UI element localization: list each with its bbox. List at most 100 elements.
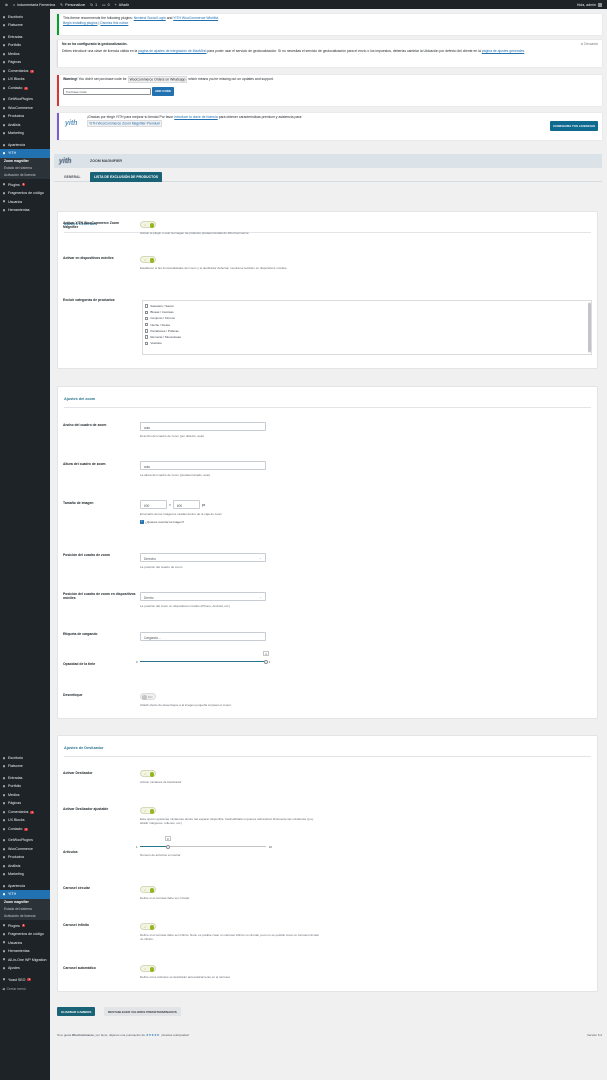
checkbox[interactable] [145, 316, 149, 321]
collapse-menu-button[interactable]: ◀ Cerrar menú [0, 987, 50, 991]
sidebar-item-marketing[interactable]: ◼ Marketing [0, 129, 50, 137]
purchase-code-input[interactable]: Purchase Code [63, 87, 151, 95]
maxmind-link[interactable]: página de ajustes de integración de MaxM… [138, 49, 206, 53]
admin-bar-site[interactable]: ⌂ Indumentaria Femenina [13, 3, 55, 7]
sidebar-item-flatsome[interactable]: ◼ Flatsome [0, 762, 50, 770]
sidebar-item-plugins[interactable]: ◼ Plugins 1 [0, 922, 50, 930]
submenu-item[interactable]: Estado del sistema [0, 906, 50, 913]
sidebar-item-contacto[interactable]: ◼ Contacto 1 [0, 825, 50, 833]
scrollbar-thumb[interactable] [588, 303, 591, 352]
slider-handle[interactable] [165, 844, 170, 849]
sidebar-item-apariencia[interactable]: ◼ Apariencia [0, 882, 50, 890]
sidebar-item-comentarios[interactable]: ◼ Comentarios 1 [0, 67, 50, 75]
sidebar-item-portfolio[interactable]: ◼ Portfolio [0, 782, 50, 790]
sidebar-item-flatsome[interactable]: ◼ Flatsome [0, 21, 50, 29]
sidebar-item-plugins[interactable]: ◼ Plugins 1 [0, 181, 50, 189]
sidebar-item-ajustes[interactable]: ◼ Ajustes [0, 964, 50, 972]
dismiss-button[interactable]: ⊗ Descartar [581, 42, 598, 47]
dismiss-link[interactable]: Dismiss this notice [100, 21, 128, 25]
exclude-categories-list[interactable]: Sweaters / Sacos Blusas / Camisas Conjunto… [142, 300, 592, 355]
sidebar-item-woocommerce[interactable]: ◼ WooCommerce [0, 104, 50, 112]
circular-toggle[interactable]: ✓ [140, 886, 156, 893]
items-slider[interactable]: 3 1 10 [136, 836, 272, 850]
sidebar-item-medios[interactable]: ◼ Medios [0, 50, 50, 58]
autoplay-toggle[interactable]: ✓ [140, 965, 156, 972]
submenu-item[interactable]: Activación de licencia [0, 913, 50, 920]
zoom-position-select[interactable]: Derecho ⌄ [140, 553, 266, 562]
admin-bar-new[interactable]: + Añadir [115, 3, 130, 7]
sidebar-item-usuarios[interactable]: ◼ Usuarios [0, 198, 50, 206]
sidebar-item-escritorio[interactable]: ◼ Escritorio [0, 754, 50, 762]
admin-bar-comments[interactable]: ▭ 0 [102, 3, 109, 7]
plugin-link[interactable]: Nextend Social Login [134, 16, 166, 20]
submenu-item[interactable]: Activación de licencia [0, 172, 50, 179]
reset-defaults-button[interactable]: RESTABLECER VALORES PREDETERMINADOS [104, 1007, 181, 1016]
save-button[interactable]: GUARDAR CAMBIOS [57, 1007, 96, 1016]
checkbox[interactable] [145, 329, 149, 333]
sidebar-item-herramientas[interactable]: ◼ Herramientas [0, 947, 50, 955]
image-width-input[interactable]: 600 [140, 500, 167, 509]
mobile-position-select[interactable]: Dentro ⌄ [140, 592, 266, 601]
submenu-item[interactable]: Zoom magnifier [0, 899, 50, 906]
sidebar-item-getwooplugins[interactable]: ◼ GetWooPlugins [0, 95, 50, 103]
wp-logo-icon[interactable]: ⊛ [5, 3, 8, 7]
general-settings-link[interactable]: página de ajustes generales [482, 49, 524, 53]
configure-licenses-button[interactable]: CONFIGURA TUS LICENCIAS [550, 121, 598, 131]
plugin-link[interactable]: YITH WooCommerce Wishlist [173, 16, 218, 20]
image-height-input[interactable]: 600 [172, 500, 200, 509]
sidebar-item-p-ginas[interactable]: ◼ Páginas [0, 799, 50, 807]
sidebar-item-entradas[interactable]: ◼ Entradas [0, 774, 50, 782]
enable-plugin-toggle[interactable]: ✓ [140, 221, 156, 228]
sidebar-item-apariencia[interactable]: ◼ Apariencia [0, 141, 50, 149]
checkbox[interactable] [145, 310, 149, 314]
sidebar-item-yith[interactable]: ◼ YITH [0, 890, 50, 899]
sidebar-item-fragmentos-de-c-digo[interactable]: ◼ Fragmentos de código [0, 189, 50, 197]
sidebar-item-yoast-seo[interactable]: ◼ Yoast SEO 1 [0, 976, 50, 984]
sidebar-item-fragmentos-de-c-digo[interactable]: ◼ Fragmentos de código [0, 930, 50, 938]
rating-stars-link[interactable]: ★★★★★ [146, 1033, 159, 1037]
sidebar-item-comentarios[interactable]: ◼ Comentarios 1 [0, 808, 50, 816]
opacity-slider[interactable]: 1 0 1 [136, 651, 270, 665]
zoom-width-input[interactable]: auto [140, 422, 266, 431]
sidebar-item-an-lisis[interactable]: ◼ Análisis [0, 121, 50, 129]
slider-responsive-toggle[interactable]: ✓ [140, 807, 156, 814]
sidebar-item-contacto[interactable]: ◼ Contacto 1 [0, 84, 50, 92]
infinite-toggle[interactable]: ✓ [140, 923, 156, 930]
sidebar-item-medios[interactable]: ◼ Medios [0, 791, 50, 799]
slider-enable-toggle[interactable]: ✓ [140, 770, 156, 777]
sidebar-item-ux-blocks[interactable]: ◼ UX Blocks [0, 816, 50, 824]
zoom-height-input[interactable]: auto [140, 461, 266, 470]
sidebar-item-all-in-one-wp-migration[interactable]: ◼ All-in-One WP Migration [0, 956, 50, 964]
tab-general[interactable]: GENERAL [60, 172, 85, 182]
sidebar-item-an-lisis[interactable]: ◼ Análisis [0, 862, 50, 870]
sidebar-item-yith[interactable]: ◼ YITH [0, 149, 50, 158]
sidebar-item-ux-blocks[interactable]: ◼ UX Blocks [0, 75, 50, 83]
mobile-toggle[interactable]: ✓ [140, 256, 156, 263]
sidebar-item-getwooplugins[interactable]: ◼ GetWooPlugins [0, 836, 50, 844]
checkbox[interactable] [145, 335, 149, 339]
sidebar-item-marketing[interactable]: ◼ Marketing [0, 870, 50, 878]
slider-handle[interactable] [264, 659, 268, 664]
sidebar-item-herramientas[interactable]: ◼ Herramientas [0, 206, 50, 214]
crop-checkbox[interactable]: ✓ [140, 520, 144, 525]
checkbox[interactable] [145, 341, 149, 345]
checkbox[interactable] [145, 322, 149, 327]
sidebar-item-p-ginas[interactable]: ◼ Páginas [0, 58, 50, 66]
blur-toggle[interactable]: NO [140, 693, 156, 700]
sidebar-item-entradas[interactable]: ◼ Entradas [0, 33, 50, 41]
admin-bar-customize[interactable]: ✎ Personalizar [60, 3, 85, 7]
tab-exclusion-list[interactable]: LISTA DE EXCLUSIÓN DE PRODUCTOS [90, 172, 162, 182]
add-code-button[interactable]: ADD CODE [151, 87, 174, 96]
loading-input[interactable]: Cargando... [140, 632, 266, 641]
sidebar-item-usuarios[interactable]: ◼ Usuarios [0, 939, 50, 947]
submenu-item[interactable]: Estado del sistema [0, 165, 50, 172]
sidebar-item-productos[interactable]: ◼ Productos [0, 853, 50, 861]
sidebar-item-escritorio[interactable]: ◼ Escritorio [0, 13, 50, 21]
sidebar-item-productos[interactable]: ◼ Productos [0, 112, 50, 120]
sidebar-item-woocommerce[interactable]: ◼ WooCommerce [0, 845, 50, 853]
sidebar-item-portfolio[interactable]: ◼ Portfolio [0, 41, 50, 49]
admin-bar-account[interactable]: Hola, admin [577, 2, 602, 7]
begin-installing-link[interactable]: Begin installing plugins [63, 21, 98, 25]
checkbox[interactable] [145, 304, 149, 308]
category-option[interactable]: Vestidos [143, 340, 591, 346]
